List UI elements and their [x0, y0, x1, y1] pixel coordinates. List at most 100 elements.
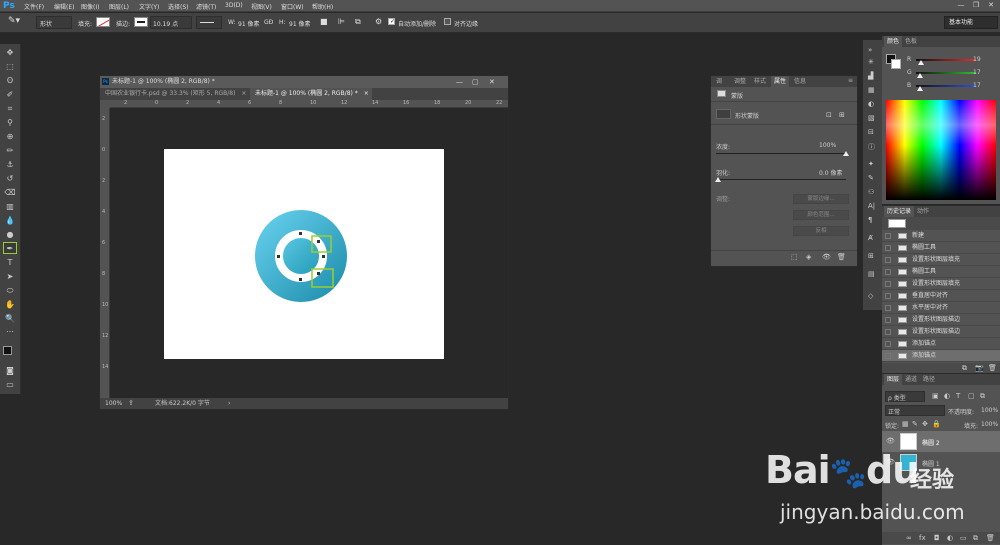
- paragraph-icon[interactable]: ¶: [868, 216, 872, 224]
- history-item[interactable]: 新建: [882, 230, 1000, 242]
- fx-icon[interactable]: fx: [919, 534, 926, 542]
- h-value[interactable]: 91 像素: [289, 19, 311, 28]
- background-swatch[interactable]: [891, 59, 901, 69]
- color-spectrum-ramp[interactable]: [886, 100, 996, 200]
- stroke-type-select[interactable]: [196, 16, 222, 29]
- timeline-icon[interactable]: ▤: [868, 270, 875, 278]
- tab-color[interactable]: 颜色: [884, 36, 903, 47]
- apply-mask-icon[interactable]: ⊞: [839, 111, 845, 119]
- history-source-checkbox[interactable]: [885, 233, 891, 239]
- more-tools-icon[interactable]: …: [3, 324, 17, 336]
- new-layer-icon[interactable]: ⧉: [973, 534, 978, 543]
- restore-button[interactable]: ❐: [970, 1, 982, 10]
- menu-layer[interactable]: 图层(L): [109, 2, 129, 11]
- anchor-point[interactable]: [299, 278, 302, 281]
- history-source-checkbox[interactable]: [885, 329, 891, 335]
- menu-window[interactable]: 窗口(W): [281, 2, 304, 11]
- filter-shape-icon[interactable]: ▢: [968, 392, 975, 400]
- history-source-checkbox[interactable]: [885, 341, 891, 347]
- status-menu-arrow-icon[interactable]: ›: [228, 398, 230, 409]
- tab-info[interactable]: 信息: [791, 76, 809, 87]
- hand-tool-icon[interactable]: ✋: [3, 299, 17, 311]
- brush-icon[interactable]: ✎: [868, 174, 874, 182]
- new-group-icon[interactable]: ▭: [960, 534, 967, 542]
- gradient-tool-icon[interactable]: ▥: [3, 201, 17, 213]
- path-alignment-icon[interactable]: ⊫: [338, 17, 345, 26]
- blur-tool-icon[interactable]: 💧: [3, 215, 17, 227]
- history-item[interactable]: 添加锚点: [882, 350, 1000, 362]
- 3d-icon[interactable]: ◇: [868, 292, 873, 300]
- channel-r-knob[interactable]: [917, 60, 924, 65]
- channel-r-bar[interactable]: [916, 59, 976, 61]
- path-operations-icon[interactable]: ■: [320, 17, 328, 26]
- doc-maximize-button[interactable]: ▢: [472, 76, 479, 88]
- ellipse-2-shape[interactable]: [275, 230, 327, 282]
- share-icon[interactable]: ⇪: [128, 398, 134, 409]
- document-size-status[interactable]: 文档:622.2K/0 字节: [155, 398, 210, 409]
- doc-minimize-button[interactable]: —: [456, 76, 463, 88]
- history-item[interactable]: 垂直居中对齐: [882, 290, 1000, 302]
- type-tool-icon[interactable]: T: [3, 257, 17, 269]
- feather-slider-track[interactable]: [716, 179, 846, 180]
- mask-edge-button[interactable]: 蒙版边缘...: [793, 194, 849, 204]
- navigator-icon[interactable]: ✳: [868, 58, 874, 66]
- collapse-arrows-icon[interactable]: »: [868, 46, 872, 54]
- tab-close-icon[interactable]: ×: [241, 90, 246, 97]
- add-mask-icon[interactable]: ◘: [934, 534, 940, 542]
- histogram-icon[interactable]: ▟: [868, 72, 873, 80]
- tab-paths[interactable]: 路径: [920, 374, 938, 385]
- lock-all-icon[interactable]: 🔒: [932, 420, 941, 428]
- link-icon[interactable]: GĐ: [264, 19, 273, 26]
- close-app-button[interactable]: ✕: [985, 1, 997, 10]
- menu-type[interactable]: 文字(Y): [139, 2, 159, 11]
- doc-close-button[interactable]: ✕: [489, 76, 495, 88]
- move-tool-icon[interactable]: ✥: [3, 47, 17, 59]
- history-source-checkbox[interactable]: [885, 257, 891, 263]
- channel-b-bar[interactable]: [916, 85, 976, 87]
- tab-collapsed[interactable]: 调: [713, 76, 725, 87]
- filter-smart-icon[interactable]: ⧉: [980, 392, 985, 401]
- tab-swatches[interactable]: 色板: [902, 36, 920, 47]
- invert-button[interactable]: 反相: [793, 226, 849, 236]
- path-selection-tool-icon[interactable]: ➤: [3, 271, 17, 283]
- tab-properties[interactable]: 属性: [771, 76, 790, 87]
- menu-view[interactable]: 视图(V): [251, 2, 272, 11]
- history-item[interactable]: 添加锚点: [882, 338, 1000, 350]
- history-item[interactable]: 设置形状图层描边: [882, 326, 1000, 338]
- channel-b[interactable]: B 17: [907, 82, 997, 92]
- adjustments-icon[interactable]: ◐: [868, 100, 874, 108]
- history-source-checkbox[interactable]: [885, 293, 891, 299]
- select-mask-icon[interactable]: ⊡: [826, 111, 832, 119]
- filter-type-icon[interactable]: T: [956, 392, 960, 400]
- menu-filter[interactable]: 滤镜(T): [196, 2, 216, 11]
- menu-image[interactable]: 图像(I): [81, 2, 99, 11]
- history-item[interactable]: 设置形状图层填充: [882, 254, 1000, 266]
- history-item[interactable]: 水平居中对齐: [882, 302, 1000, 314]
- stroke-swatch[interactable]: [134, 17, 148, 27]
- quick-select-tool-icon[interactable]: ✐: [3, 89, 17, 101]
- clone-source-icon[interactable]: ⚇: [868, 188, 874, 196]
- eyedropper-tool-icon[interactable]: ⚲: [3, 117, 17, 129]
- anchor-point[interactable]: [277, 255, 280, 258]
- w-value[interactable]: 91 像素: [238, 19, 260, 28]
- screen-mode-icon[interactable]: ▭: [3, 379, 17, 391]
- menu-file[interactable]: 文件(F): [24, 2, 44, 11]
- channel-g[interactable]: G 17: [907, 69, 997, 79]
- pen-tool-preset-icon[interactable]: ✎▾: [8, 16, 20, 26]
- tab-document-2[interactable]: 未标题-1 @ 100% (椭圆 2, RGB/8) * ×: [250, 88, 372, 100]
- tab-actions[interactable]: 动作: [914, 206, 932, 217]
- crop-tool-icon[interactable]: ⌗: [3, 103, 17, 115]
- lock-transparent-icon[interactable]: ▦: [902, 420, 909, 428]
- lock-position-icon[interactable]: ✥: [922, 420, 928, 428]
- glyphs-icon[interactable]: Ⱥ: [868, 234, 873, 242]
- trash-icon[interactable]: 🗑: [837, 253, 846, 261]
- shape-mask-thumb[interactable]: [716, 109, 731, 119]
- path-arrangement-icon[interactable]: ⧉: [355, 17, 361, 27]
- history-item[interactable]: 设置形状图层填充: [882, 278, 1000, 290]
- character-icon[interactable]: A|: [868, 202, 875, 210]
- zoom-level[interactable]: 100%: [105, 398, 122, 409]
- gear-icon[interactable]: ⚙: [375, 17, 382, 26]
- brush-tool-icon[interactable]: ✏: [3, 145, 17, 157]
- anchor-point[interactable]: [317, 240, 320, 243]
- history-source-checkbox[interactable]: [885, 353, 891, 359]
